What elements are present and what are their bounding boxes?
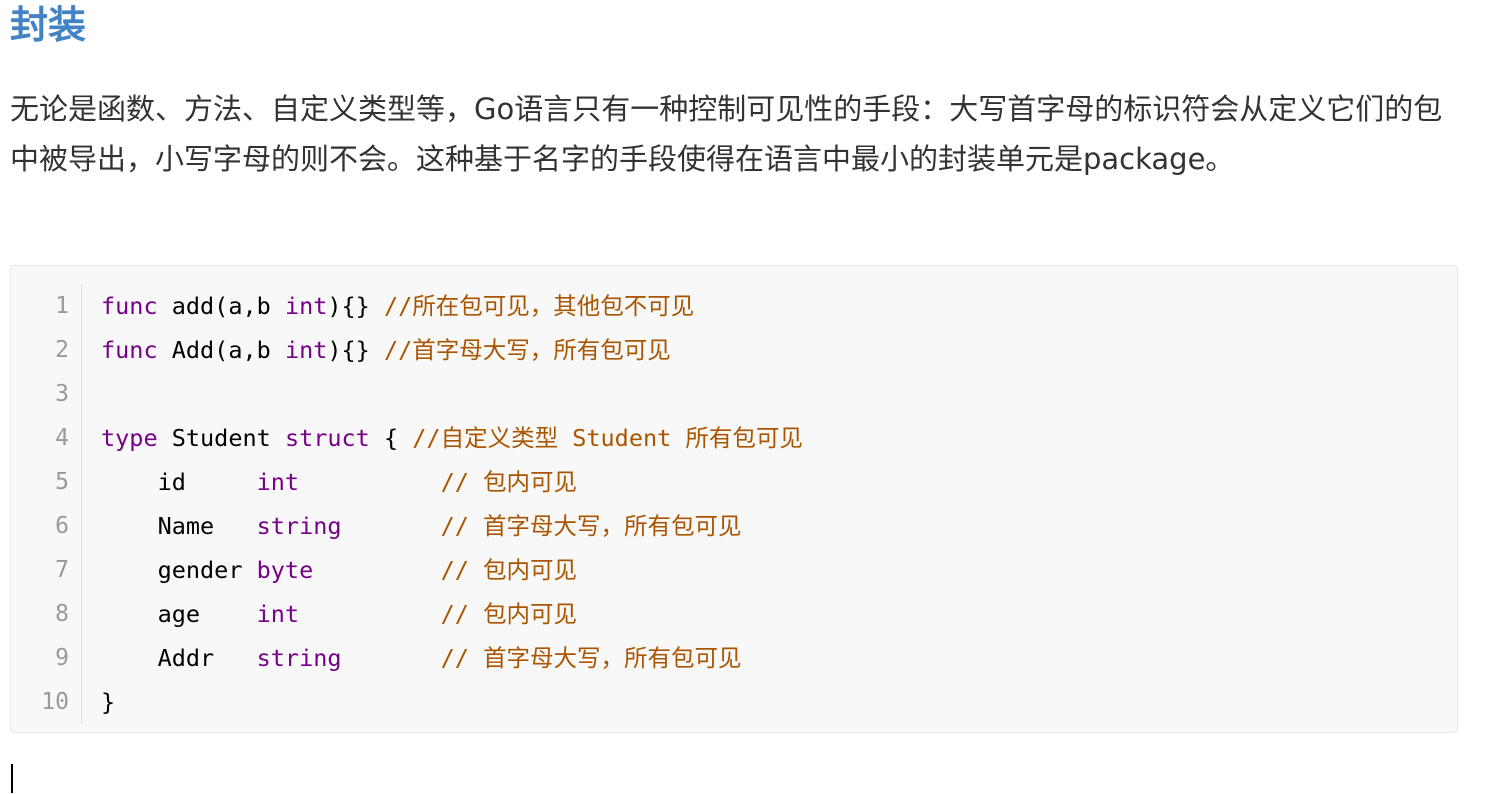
code-text: Student <box>157 424 285 452</box>
code-comment: //自定义类型 Student 所有包可见 <box>412 424 803 452</box>
code-comment: //首字母大写，所有包可见 <box>383 336 671 364</box>
code-comment: // 包内可见 <box>440 468 578 496</box>
code-type: int <box>284 292 328 320</box>
code-type: byte <box>256 556 314 584</box>
code-line: func add(a,b int){} //所在包可见，其他包不可见 <box>101 284 803 328</box>
code-type: string <box>256 644 342 672</box>
code-comment: // 包内可见 <box>440 600 578 628</box>
code-text: add(a,b <box>157 292 285 320</box>
code-text: Name <box>101 512 257 540</box>
line-number: 7 <box>55 557 69 583</box>
line-number: 6 <box>55 513 69 539</box>
code-comment: // 首字母大写，所有包可见 <box>440 644 742 672</box>
code-text: gender <box>101 556 257 584</box>
code-line: type Student struct { //自定义类型 Student 所有… <box>101 416 803 460</box>
code-line: Name string // 首字母大写，所有包可见 <box>101 504 803 548</box>
code-text: age <box>101 600 257 628</box>
code-line: age int // 包内可见 <box>101 592 803 636</box>
line-number-gutter: 1 2 3 4 5 6 7 8 9 10 <box>11 284 82 724</box>
line-number: 5 <box>55 469 69 495</box>
code-line: gender byte // 包内可见 <box>101 548 803 592</box>
line-number: 3 <box>55 381 69 407</box>
code-line: id int // 包内可见 <box>101 460 803 504</box>
code-comment: // 包内可见 <box>440 556 578 584</box>
code-type: int <box>284 336 328 364</box>
code-comment: // 首字母大写，所有包可见 <box>440 512 742 540</box>
section-heading: 封装 <box>10 3 87 47</box>
code-keyword: type <box>101 424 158 452</box>
code-content[interactable]: func add(a,b int){} //所在包可见，其他包不可见 func A… <box>101 284 803 724</box>
code-text: Addr <box>101 644 257 672</box>
code-type: string <box>256 512 342 540</box>
line-number: 9 <box>55 645 69 671</box>
code-keyword: struct <box>284 424 370 452</box>
code-line: func Add(a,b int){} //首字母大写，所有包可见 <box>101 328 803 372</box>
text-cursor <box>11 764 13 793</box>
code-text: } <box>101 688 116 716</box>
code-type: int <box>256 468 300 496</box>
line-number: 2 <box>55 337 69 363</box>
line-number: 4 <box>55 425 69 451</box>
body-paragraph: 无论是函数、方法、自定义类型等，Go语言只有一种控制可见性的手段：大写首字母的标… <box>10 92 1443 176</box>
code-line: Addr string // 首字母大写，所有包可见 <box>101 636 803 680</box>
code-comment: //所在包可见，其他包不可见 <box>383 292 695 320</box>
code-keyword: func <box>101 292 158 320</box>
code-text: Add(a,b <box>157 336 285 364</box>
line-number: 10 <box>41 689 69 715</box>
code-block[interactable]: 1 2 3 4 5 6 7 8 9 10 func add(a,b int){} //所在包可见，… <box>10 265 1458 733</box>
code-text: ){} <box>327 292 384 320</box>
code-keyword: func <box>101 336 158 364</box>
line-number: 8 <box>55 601 69 627</box>
code-line: } <box>101 680 803 724</box>
line-number: 1 <box>55 293 69 319</box>
code-text: { <box>369 424 413 452</box>
code-text: ){} <box>327 336 384 364</box>
code-text: id <box>101 468 257 496</box>
code-type: int <box>256 600 300 628</box>
